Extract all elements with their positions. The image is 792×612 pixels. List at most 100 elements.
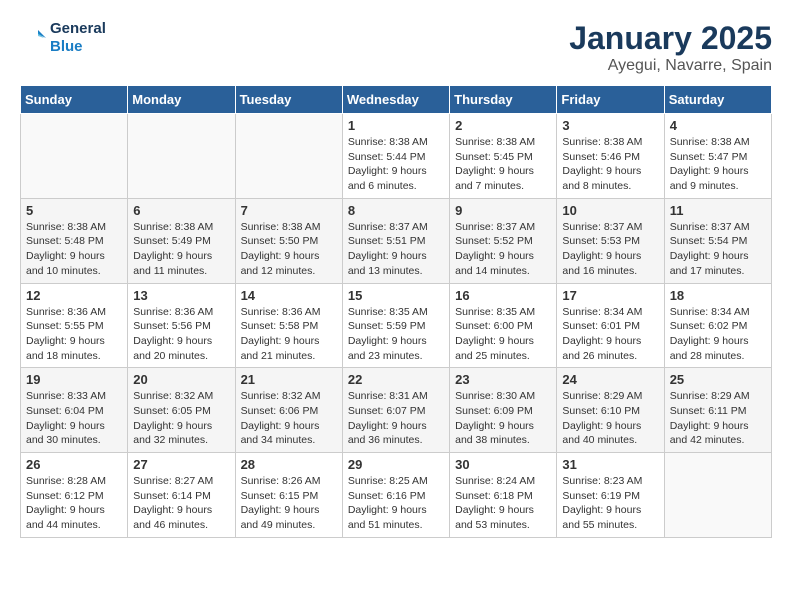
calendar-cell: 11 Sunrise: 8:37 AM Sunset: 5:54 PM Dayl… <box>664 198 771 283</box>
cell-daylight: Daylight: 9 hours and 46 minutes. <box>133 503 229 532</box>
calendar-cell: 13 Sunrise: 8:36 AM Sunset: 5:56 PM Dayl… <box>128 283 235 368</box>
cell-sunrise: Sunrise: 8:32 AM <box>133 389 229 404</box>
cell-daylight: Daylight: 9 hours and 28 minutes. <box>670 334 766 363</box>
weekday-wednesday: Wednesday <box>342 86 449 114</box>
cell-sunrise: Sunrise: 8:37 AM <box>348 220 444 235</box>
cell-daylight: Daylight: 9 hours and 42 minutes. <box>670 419 766 448</box>
cell-sunset: Sunset: 6:14 PM <box>133 489 229 504</box>
cell-daylight: Daylight: 9 hours and 25 minutes. <box>455 334 551 363</box>
calendar-cell: 31 Sunrise: 8:23 AM Sunset: 6:19 PM Dayl… <box>557 453 664 538</box>
calendar-cell: 1 Sunrise: 8:38 AM Sunset: 5:44 PM Dayli… <box>342 114 449 199</box>
cell-day-number: 1 <box>348 118 444 133</box>
cell-day-number: 18 <box>670 288 766 303</box>
cell-day-number: 10 <box>562 203 658 218</box>
cell-daylight: Daylight: 9 hours and 55 minutes. <box>562 503 658 532</box>
calendar-cell: 20 Sunrise: 8:32 AM Sunset: 6:05 PM Dayl… <box>128 368 235 453</box>
calendar-cell: 19 Sunrise: 8:33 AM Sunset: 6:04 PM Dayl… <box>21 368 128 453</box>
cell-daylight: Daylight: 9 hours and 53 minutes. <box>455 503 551 532</box>
cell-day-number: 16 <box>455 288 551 303</box>
calendar-subtitle: Ayegui, Navarre, Spain <box>569 57 772 75</box>
cell-sunset: Sunset: 6:04 PM <box>26 404 122 419</box>
week-row-2: 5 Sunrise: 8:38 AM Sunset: 5:48 PM Dayli… <box>21 198 772 283</box>
cell-sunset: Sunset: 5:55 PM <box>26 319 122 334</box>
cell-day-number: 31 <box>562 457 658 472</box>
cell-daylight: Daylight: 9 hours and 36 minutes. <box>348 419 444 448</box>
cell-sunrise: Sunrise: 8:38 AM <box>455 135 551 150</box>
cell-daylight: Daylight: 9 hours and 20 minutes. <box>133 334 229 363</box>
cell-sunrise: Sunrise: 8:30 AM <box>455 389 551 404</box>
cell-daylight: Daylight: 9 hours and 13 minutes. <box>348 249 444 278</box>
cell-sunset: Sunset: 5:47 PM <box>670 150 766 165</box>
cell-day-number: 29 <box>348 457 444 472</box>
weekday-sunday: Sunday <box>21 86 128 114</box>
cell-sunset: Sunset: 5:58 PM <box>241 319 337 334</box>
cell-daylight: Daylight: 9 hours and 18 minutes. <box>26 334 122 363</box>
cell-day-number: 24 <box>562 372 658 387</box>
cell-sunrise: Sunrise: 8:29 AM <box>562 389 658 404</box>
calendar-cell: 10 Sunrise: 8:37 AM Sunset: 5:53 PM Dayl… <box>557 198 664 283</box>
calendar-cell: 26 Sunrise: 8:28 AM Sunset: 6:12 PM Dayl… <box>21 453 128 538</box>
calendar-cell: 18 Sunrise: 8:34 AM Sunset: 6:02 PM Dayl… <box>664 283 771 368</box>
cell-sunrise: Sunrise: 8:26 AM <box>241 474 337 489</box>
calendar-cell: 25 Sunrise: 8:29 AM Sunset: 6:11 PM Dayl… <box>664 368 771 453</box>
cell-day-number: 19 <box>26 372 122 387</box>
cell-sunrise: Sunrise: 8:34 AM <box>562 305 658 320</box>
cell-sunset: Sunset: 5:49 PM <box>133 234 229 249</box>
cell-sunset: Sunset: 5:46 PM <box>562 150 658 165</box>
cell-sunrise: Sunrise: 8:36 AM <box>133 305 229 320</box>
cell-day-number: 27 <box>133 457 229 472</box>
calendar-cell <box>664 453 771 538</box>
weekday-thursday: Thursday <box>450 86 557 114</box>
cell-sunset: Sunset: 5:45 PM <box>455 150 551 165</box>
calendar-cell <box>235 114 342 199</box>
cell-sunrise: Sunrise: 8:38 AM <box>241 220 337 235</box>
cell-sunrise: Sunrise: 8:37 AM <box>670 220 766 235</box>
cell-sunset: Sunset: 5:52 PM <box>455 234 551 249</box>
cell-daylight: Daylight: 9 hours and 16 minutes. <box>562 249 658 278</box>
cell-day-number: 26 <box>26 457 122 472</box>
cell-day-number: 3 <box>562 118 658 133</box>
logo: General Blue <box>20 20 106 56</box>
calendar-cell: 16 Sunrise: 8:35 AM Sunset: 6:00 PM Dayl… <box>450 283 557 368</box>
cell-daylight: Daylight: 9 hours and 14 minutes. <box>455 249 551 278</box>
cell-sunrise: Sunrise: 8:38 AM <box>26 220 122 235</box>
cell-day-number: 14 <box>241 288 337 303</box>
cell-day-number: 21 <box>241 372 337 387</box>
cell-daylight: Daylight: 9 hours and 34 minutes. <box>241 419 337 448</box>
calendar-cell: 4 Sunrise: 8:38 AM Sunset: 5:47 PM Dayli… <box>664 114 771 199</box>
cell-sunset: Sunset: 5:53 PM <box>562 234 658 249</box>
calendar-cell: 17 Sunrise: 8:34 AM Sunset: 6:01 PM Dayl… <box>557 283 664 368</box>
cell-sunrise: Sunrise: 8:25 AM <box>348 474 444 489</box>
calendar-cell: 8 Sunrise: 8:37 AM Sunset: 5:51 PM Dayli… <box>342 198 449 283</box>
cell-sunset: Sunset: 5:59 PM <box>348 319 444 334</box>
weekday-tuesday: Tuesday <box>235 86 342 114</box>
calendar-cell: 22 Sunrise: 8:31 AM Sunset: 6:07 PM Dayl… <box>342 368 449 453</box>
cell-sunset: Sunset: 5:50 PM <box>241 234 337 249</box>
week-row-3: 12 Sunrise: 8:36 AM Sunset: 5:55 PM Dayl… <box>21 283 772 368</box>
logo-graphic-icon <box>20 24 48 52</box>
cell-day-number: 23 <box>455 372 551 387</box>
logo-name-blue: Blue <box>50 38 106 56</box>
calendar-cell: 27 Sunrise: 8:27 AM Sunset: 6:14 PM Dayl… <box>128 453 235 538</box>
page-header: General Blue January 2025 Ayegui, Navarr… <box>20 20 772 75</box>
cell-sunrise: Sunrise: 8:34 AM <box>670 305 766 320</box>
calendar-cell: 6 Sunrise: 8:38 AM Sunset: 5:49 PM Dayli… <box>128 198 235 283</box>
cell-daylight: Daylight: 9 hours and 40 minutes. <box>562 419 658 448</box>
cell-sunrise: Sunrise: 8:37 AM <box>455 220 551 235</box>
cell-sunset: Sunset: 6:12 PM <box>26 489 122 504</box>
logo-text: General Blue <box>20 20 106 56</box>
calendar-body: 1 Sunrise: 8:38 AM Sunset: 5:44 PM Dayli… <box>21 114 772 538</box>
cell-sunset: Sunset: 6:07 PM <box>348 404 444 419</box>
cell-day-number: 4 <box>670 118 766 133</box>
cell-daylight: Daylight: 9 hours and 49 minutes. <box>241 503 337 532</box>
calendar-cell: 2 Sunrise: 8:38 AM Sunset: 5:45 PM Dayli… <box>450 114 557 199</box>
cell-sunset: Sunset: 6:02 PM <box>670 319 766 334</box>
calendar-cell: 12 Sunrise: 8:36 AM Sunset: 5:55 PM Dayl… <box>21 283 128 368</box>
cell-sunset: Sunset: 6:00 PM <box>455 319 551 334</box>
title-block: January 2025 Ayegui, Navarre, Spain <box>569 20 772 75</box>
cell-sunset: Sunset: 5:48 PM <box>26 234 122 249</box>
cell-sunset: Sunset: 6:16 PM <box>348 489 444 504</box>
calendar-cell: 9 Sunrise: 8:37 AM Sunset: 5:52 PM Dayli… <box>450 198 557 283</box>
cell-daylight: Daylight: 9 hours and 17 minutes. <box>670 249 766 278</box>
cell-day-number: 22 <box>348 372 444 387</box>
